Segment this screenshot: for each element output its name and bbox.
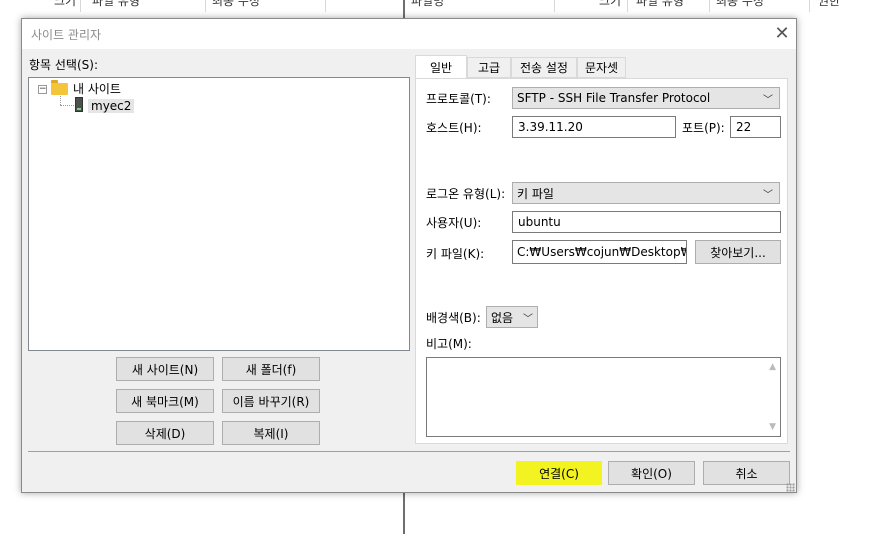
keyfile-label: 키 파일(K): — [426, 247, 485, 261]
cancel-button[interactable]: 취소 — [703, 461, 790, 485]
tab-charset[interactable]: 문자셋 — [577, 57, 626, 78]
collapse-icon[interactable]: − — [38, 85, 47, 94]
port-label: 포트(P): — [682, 121, 725, 135]
divider — [426, 173, 781, 174]
new-bookmark-button[interactable]: 새 북마크(M) — [116, 389, 214, 413]
resize-grip-icon[interactable] — [786, 483, 795, 492]
column-separator — [554, 0, 555, 12]
protocol-value: SFTP - SSH File Transfer Protocol — [517, 91, 711, 105]
folder-icon — [51, 80, 68, 95]
bgcolor-select[interactable]: 없음 ﹀ — [486, 306, 538, 328]
column-separator — [627, 0, 628, 12]
tree-item-myec2[interactable]: myec2 — [88, 99, 135, 113]
host-input[interactable]: 3.39.11.20 — [512, 116, 676, 138]
new-site-button[interactable]: 새 사이트(N) — [116, 357, 214, 381]
logon-type-select[interactable]: 키 파일 ﹀ — [512, 182, 780, 204]
bgcolor-value: 없음 — [491, 310, 514, 325]
title-bar[interactable]: 사이트 관리자 ✕ — [22, 19, 796, 49]
delete-button[interactable]: 삭제(D) — [116, 421, 214, 445]
tree-connector — [60, 96, 61, 105]
tab-general[interactable]: 일반 — [415, 55, 467, 78]
new-folder-button[interactable]: 새 폴더(f) — [222, 357, 320, 381]
chevron-down-icon: ﹀ — [523, 314, 533, 325]
column-separator — [709, 0, 710, 12]
port-input[interactable]: 22 — [730, 116, 781, 138]
connect-button[interactable]: 연결(C) — [516, 461, 602, 485]
bgcolor-label: 배경색(B): — [426, 311, 481, 325]
column-header-permissions-right[interactable]: 권한 — [818, 0, 840, 10]
site-manager-dialog: 사이트 관리자 ✕ 항목 선택(S): − 내 사이트 myec2 새 사이트(… — [21, 18, 797, 493]
ok-button[interactable]: 확인(O) — [608, 461, 695, 485]
column-header-size-left[interactable]: 크기 — [54, 0, 76, 10]
column-separator — [80, 0, 81, 12]
column-separator — [205, 0, 206, 12]
column-header-name-right[interactable]: 파일명 — [411, 0, 444, 10]
protocol-label: 프로토콜(T): — [426, 92, 491, 106]
general-tab-panel: 프로토콜(T): SFTP - SSH File Transfer Protoc… — [415, 78, 788, 444]
scroll-up-icon[interactable]: ▲ — [769, 362, 776, 372]
chevron-down-icon: ﹀ — [763, 95, 773, 106]
column-header-size-right[interactable]: 크기 — [599, 0, 621, 10]
footer-divider — [28, 451, 790, 452]
logon-type-value: 키 파일 — [517, 186, 554, 201]
keyfile-input[interactable]: C:₩Users₩cojun₩Desktop₩coj — [512, 240, 687, 264]
column-header-type-right[interactable]: 파일 유형 — [636, 0, 684, 10]
tab-advanced[interactable]: 고급 — [467, 57, 511, 78]
tree-label: 항목 선택(S): — [29, 58, 98, 72]
duplicate-button[interactable]: 복제(I) — [222, 421, 320, 445]
server-icon — [75, 97, 83, 112]
divider — [426, 298, 781, 299]
scroll-down-icon[interactable]: ▼ — [769, 422, 776, 432]
column-header-modified-right[interactable]: 최종 수정 — [716, 0, 764, 10]
tab-transfer-settings[interactable]: 전송 설정 — [511, 57, 577, 78]
column-separator — [809, 0, 810, 12]
chevron-down-icon: ﹀ — [763, 190, 773, 201]
comment-label: 비고(M): — [426, 337, 472, 351]
logon-type-label: 로그온 유형(L): — [426, 187, 506, 201]
user-label: 사용자(U): — [426, 216, 482, 230]
tree-item-my-sites[interactable]: 내 사이트 — [73, 80, 121, 97]
comment-textarea[interactable]: ▲ ▼ — [426, 357, 781, 437]
host-label: 호스트(H): — [426, 121, 482, 135]
user-input[interactable]: ubuntu — [512, 211, 781, 233]
protocol-select[interactable]: SFTP - SSH File Transfer Protocol ﹀ — [512, 87, 780, 109]
column-separator — [325, 0, 326, 12]
tree-connector — [60, 105, 74, 106]
close-icon[interactable]: ✕ — [770, 22, 794, 46]
column-header-modified-left[interactable]: 최종 수정 — [212, 0, 260, 10]
rename-button[interactable]: 이름 바꾸기(R) — [222, 389, 320, 413]
site-tree[interactable]: − 내 사이트 myec2 — [28, 77, 410, 351]
browse-button[interactable]: 찾아보기... — [695, 240, 781, 264]
dialog-title: 사이트 관리자 — [31, 28, 102, 42]
column-header-type-left[interactable]: 파일 유형 — [92, 0, 140, 10]
